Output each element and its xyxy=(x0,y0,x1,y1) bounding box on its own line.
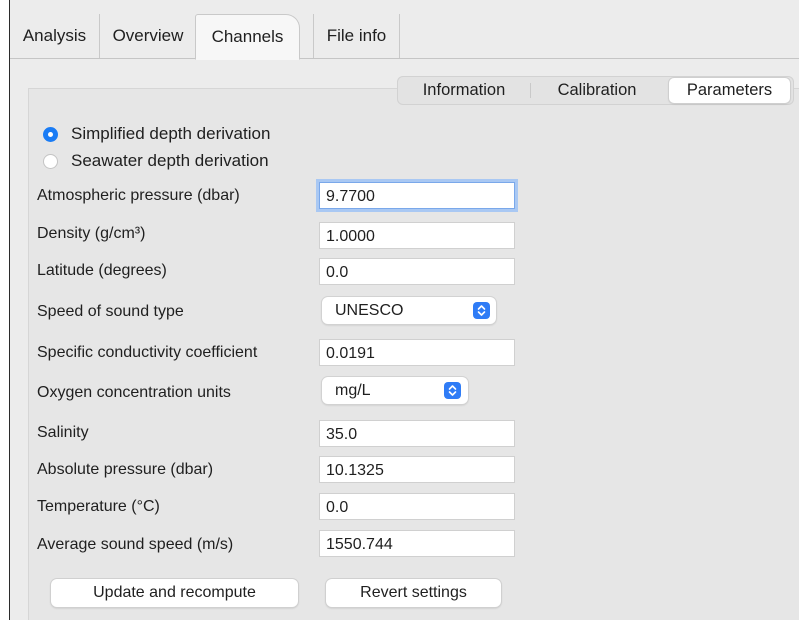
density-input[interactable]: 1.0000 xyxy=(319,222,515,249)
subtab-calibration[interactable]: Calibration xyxy=(532,78,662,103)
temperature-input[interactable]: 0.0 xyxy=(319,493,515,520)
speed-of-sound-type-select[interactable]: UNESCO xyxy=(322,297,496,324)
app-window: Analysis Overview Channels File info Inf… xyxy=(9,0,799,620)
atmospheric-pressure-label: Atmospheric pressure (dbar) xyxy=(37,187,240,204)
specific-conductivity-input[interactable]: 0.0191 xyxy=(319,339,515,366)
tab-file-info[interactable]: File info xyxy=(313,14,400,58)
subtab-segmented-control: Information Calibration Parameters xyxy=(397,76,794,105)
average-sound-speed-input[interactable]: 1550.744 xyxy=(319,530,515,557)
radio-simplified-depth[interactable]: Simplified depth derivation xyxy=(43,123,270,145)
subtab-information[interactable]: Information xyxy=(400,78,528,103)
tab-channels[interactable]: Channels xyxy=(195,14,300,60)
speed-of-sound-type-value: UNESCO xyxy=(335,302,404,319)
temperature-label: Temperature (°C) xyxy=(37,498,160,515)
radio-seawater-depth[interactable]: Seawater depth derivation xyxy=(43,150,269,172)
top-tab-bar: Analysis Overview Channels File info xyxy=(10,14,799,60)
tab-overview[interactable]: Overview xyxy=(99,14,196,58)
tab-bar-baseline xyxy=(10,58,799,59)
speed-of-sound-type-label: Speed of sound type xyxy=(37,303,184,320)
radio-unselected-icon xyxy=(43,153,58,169)
revert-settings-button[interactable]: Revert settings xyxy=(326,579,501,607)
oxygen-units-value: mg/L xyxy=(335,382,371,399)
update-and-recompute-button[interactable]: Update and recompute xyxy=(51,579,298,607)
tab-analysis[interactable]: Analysis xyxy=(10,14,99,58)
average-sound-speed-label: Average sound speed (m/s) xyxy=(37,536,234,553)
density-label: Density (g/cm³) xyxy=(37,225,146,242)
radio-selected-icon xyxy=(43,126,58,142)
absolute-pressure-input[interactable]: 10.1325 xyxy=(319,456,515,483)
radio-label: Simplified depth derivation xyxy=(71,124,271,143)
radio-label: Seawater depth derivation xyxy=(71,151,269,170)
oxygen-units-label: Oxygen concentration units xyxy=(37,384,231,401)
salinity-input[interactable]: 35.0 xyxy=(319,420,515,447)
specific-conductivity-label: Specific conductivity coefficient xyxy=(37,344,258,361)
absolute-pressure-label: Absolute pressure (dbar) xyxy=(37,461,214,478)
oxygen-units-select[interactable]: mg/L xyxy=(322,377,468,404)
latitude-input[interactable]: 0.0 xyxy=(319,258,515,285)
latitude-label: Latitude (degrees) xyxy=(37,262,167,279)
subtab-parameters[interactable]: Parameters xyxy=(669,78,790,103)
chevron-updown-icon xyxy=(444,382,461,399)
subtab-divider xyxy=(530,83,531,98)
atmospheric-pressure-input[interactable]: 9.7700 xyxy=(319,182,515,209)
chevron-updown-icon xyxy=(473,302,490,319)
salinity-label: Salinity xyxy=(37,424,89,441)
